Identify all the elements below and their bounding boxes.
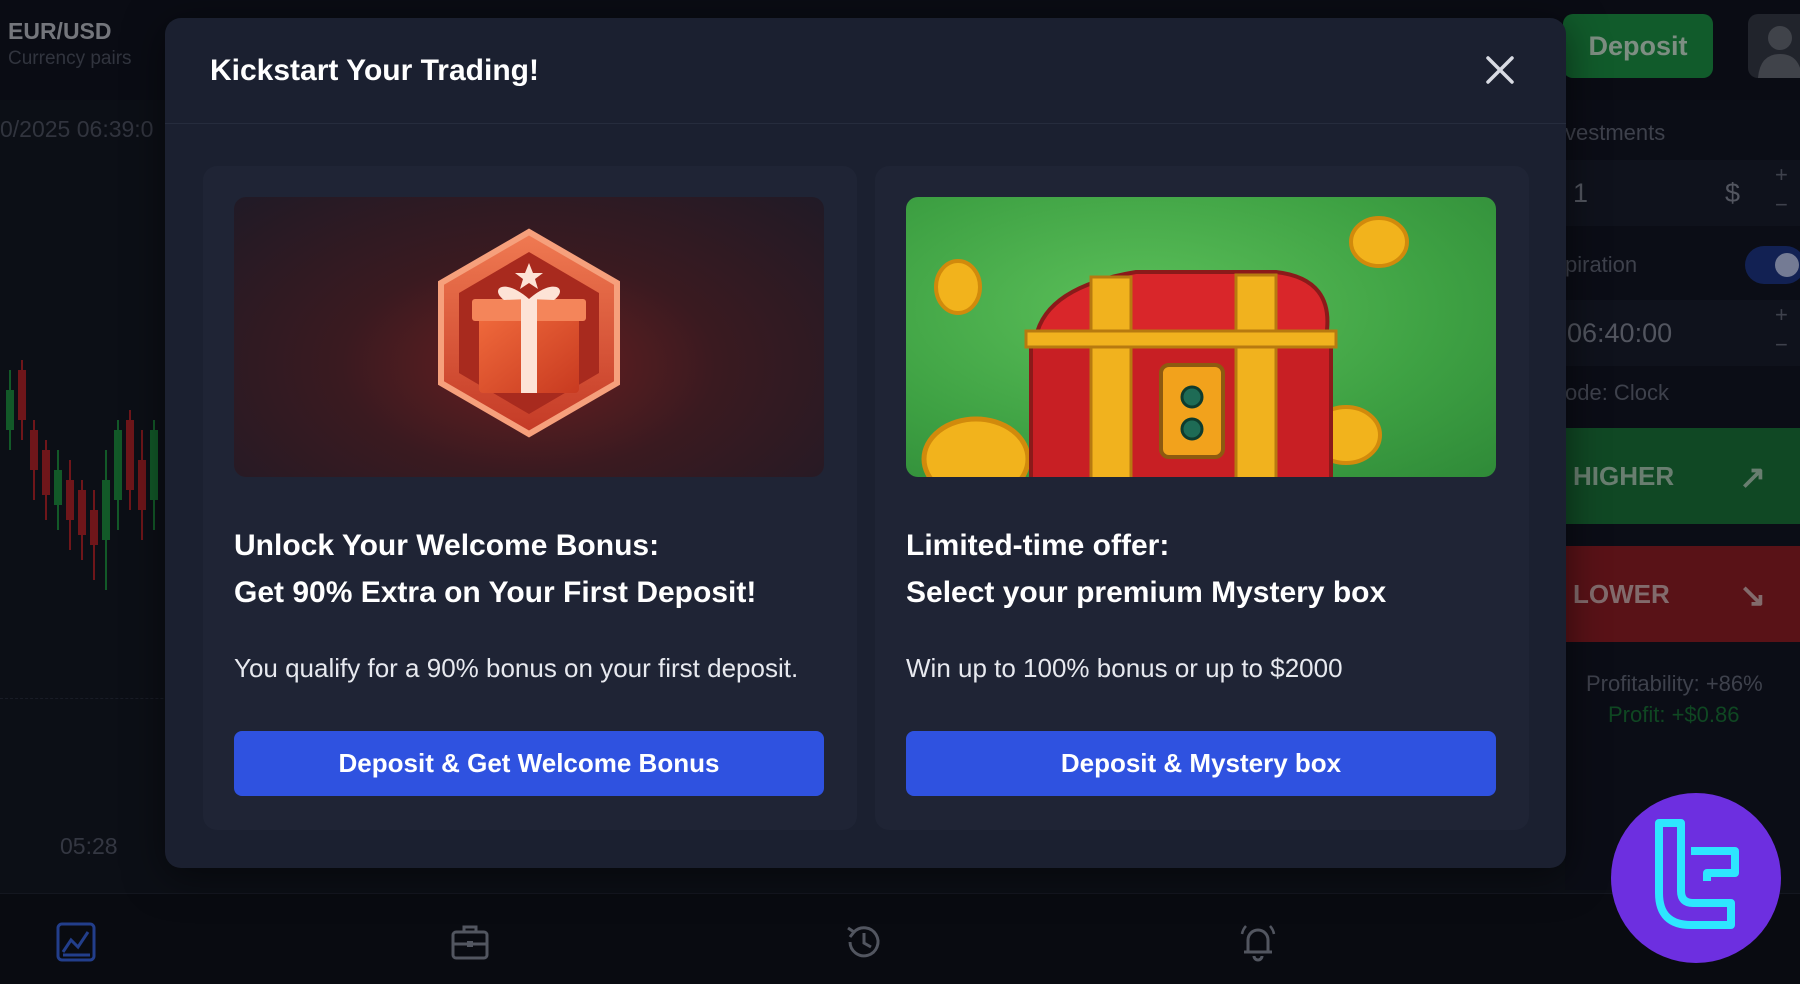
welcome-bonus-card: Unlock Your Welcome Bonus: Get 90% Extra… bbox=[203, 166, 857, 830]
mystery-box-heading-line2: Select your premium Mystery box bbox=[906, 576, 1387, 609]
welcome-bonus-image bbox=[234, 197, 824, 477]
welcome-bonus-heading: Unlock Your Welcome Bonus: Get 90% Extra… bbox=[234, 522, 834, 616]
treasure-chest-icon bbox=[921, 216, 1409, 477]
welcome-bonus-heading-line1: Unlock Your Welcome Bonus: bbox=[234, 529, 660, 562]
mystery-box-heading-line1: Limited-time offer: bbox=[906, 529, 1170, 562]
gift-badge-icon bbox=[438, 228, 620, 438]
mystery-box-heading: Limited-time offer: Select your premium … bbox=[906, 522, 1506, 616]
welcome-bonus-heading-line2: Get 90% Extra on Your First Deposit! bbox=[234, 576, 757, 609]
mystery-box-card: Limited-time offer: Select your premium … bbox=[875, 166, 1529, 830]
mystery-box-image bbox=[906, 197, 1496, 477]
brand-logo bbox=[1611, 793, 1781, 963]
close-icon[interactable] bbox=[1480, 50, 1520, 90]
promo-modal: Kickstart Your Trading! Unlock Your Welc… bbox=[165, 18, 1566, 868]
welcome-bonus-description: You qualify for a 90% bonus on your firs… bbox=[234, 653, 799, 683]
brand-logo-icon bbox=[1655, 819, 1739, 929]
mystery-box-description: Win up to 100% bonus or up to $2000 bbox=[906, 653, 1343, 683]
deposit-mystery-box-button[interactable]: Deposit & Mystery box bbox=[906, 731, 1496, 796]
modal-title: Kickstart Your Trading! bbox=[210, 54, 539, 87]
deposit-welcome-bonus-button[interactable]: Deposit & Get Welcome Bonus bbox=[234, 731, 824, 796]
modal-header: Kickstart Your Trading! bbox=[165, 18, 1566, 124]
